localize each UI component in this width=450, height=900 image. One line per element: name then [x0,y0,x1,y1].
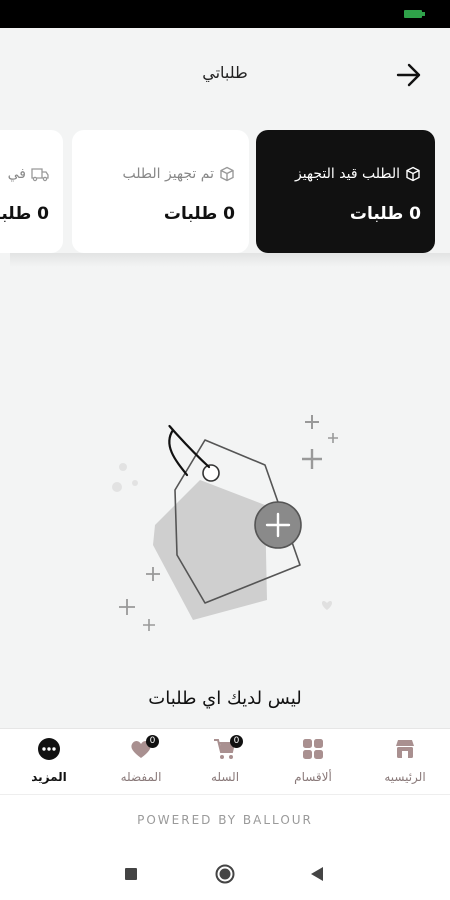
card-count: 0 طلبات [163,204,235,224]
favorites-badge: 0 [146,735,159,748]
powered-by-footer: POWERED BY BALLOUR [0,794,450,849]
cart-badge: 0 [230,735,243,748]
card-label-text: تم تجهيز الطلب [122,166,214,182]
empty-orders-message: ليس لديك اي طلبات [148,688,302,709]
card-label-text: في [7,166,26,182]
home-button-icon[interactable] [215,864,235,884]
order-card-ready[interactable]: تم تجهيز الطلب 0 طلبات [72,130,249,253]
truck-icon [31,168,49,182]
nav-label: الرئيسيه [384,770,426,784]
battery-icon [404,10,422,18]
store-icon [396,740,414,758]
box-icon [406,166,420,182]
nav-favorites[interactable]: 0 المفضله [96,729,186,795]
grid-icon [303,739,323,759]
page-title: طلباتي [202,63,248,82]
nav-label: ألاقسام [294,770,332,784]
nav-label: السله [210,770,240,784]
status-bar [0,0,450,28]
nav-more[interactable]: المزيد [4,729,94,795]
nav-label: المفضله [120,770,162,784]
order-card-shipping[interactable]: في 0 طلبات [0,130,63,253]
recent-apps-icon[interactable] [124,867,138,881]
bottom-navigation: الرئيسيه ألاقسام 0 السله 0 المفضله المزي… [0,728,450,795]
card-label-text: الطلب قيد التجهيز [294,166,400,182]
nav-cart[interactable]: 0 السله [180,729,270,795]
card-count: 0 طلبات [349,204,421,224]
box-icon [220,166,234,182]
order-card-processing[interactable]: الطلب قيد التجهيز 0 طلبات [256,130,435,253]
arrow-right-icon[interactable] [396,62,422,88]
nav-home[interactable]: الرئيسيه [360,729,450,795]
back-triangle-icon[interactable] [310,866,324,882]
order-status-cards: الطلب قيد التجهيز 0 طلبات تم تجهيز الطلب… [0,130,450,265]
price-tag-icon [112,415,338,631]
system-navigation-bar [0,848,450,900]
nav-categories[interactable]: ألاقسام [268,729,358,795]
more-icon [38,738,60,760]
card-count: 0 طلبات [0,204,49,224]
cards-shadow [10,253,450,267]
nav-label: المزيد [31,770,67,784]
